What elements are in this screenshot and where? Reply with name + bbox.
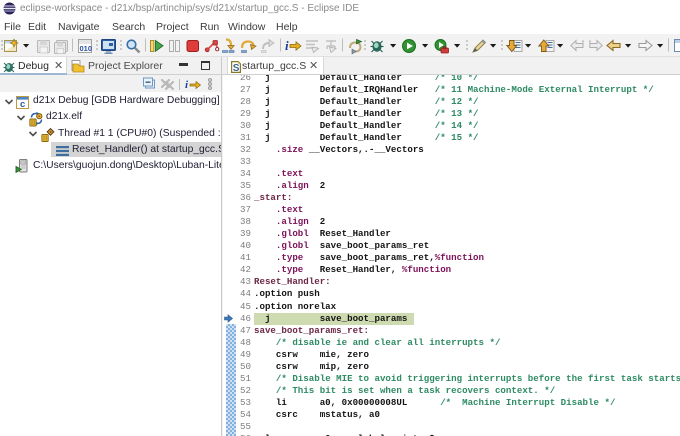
svg-text:S: S xyxy=(232,63,239,73)
svg-text:010: 010 xyxy=(80,44,93,53)
svg-text:i: i xyxy=(185,79,189,91)
svg-text:i: i xyxy=(285,38,289,53)
